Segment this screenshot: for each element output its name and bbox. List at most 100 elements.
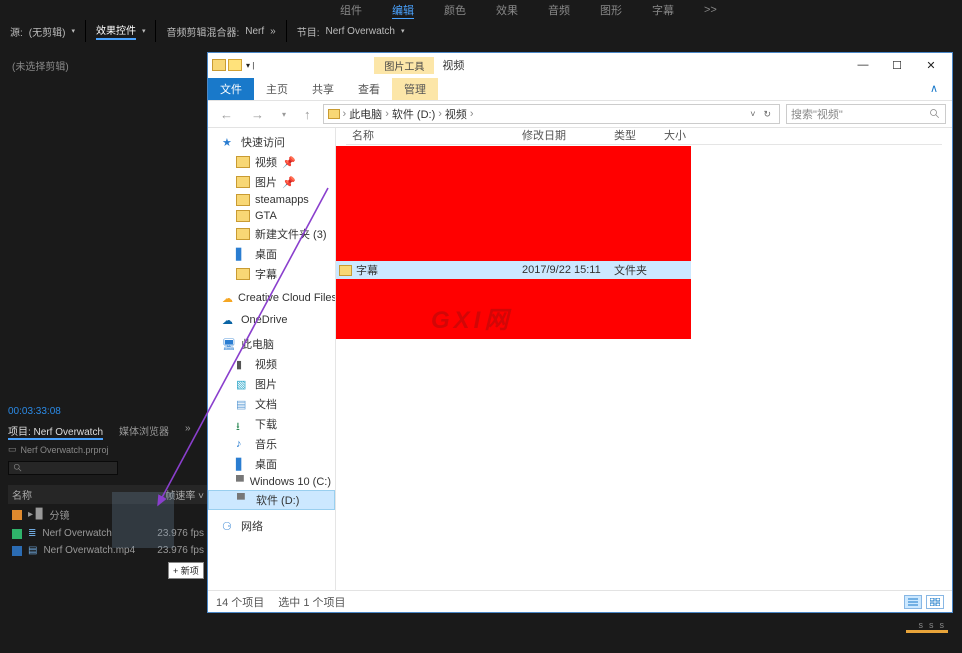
bin-row[interactable]: ▸ ▉ 分镜: [8, 504, 208, 525]
documents-icon: ▤: [236, 398, 250, 410]
tree-ccf[interactable]: ☁Creative Cloud Files: [208, 290, 335, 306]
file-list[interactable]: 名称 修改日期 类型 大小 字幕 2017/9/22 15:11 文件夹 GXI…: [336, 128, 952, 590]
ribbon-manage[interactable]: 管理: [392, 78, 438, 100]
ws-tab[interactable]: 图形: [600, 2, 622, 18]
label-swatch: [12, 510, 22, 520]
col-type[interactable]: 类型: [614, 127, 664, 144]
tree-quick-access[interactable]: ★快速访问: [208, 132, 335, 152]
tree-onedrive[interactable]: ☁OneDrive: [208, 312, 335, 328]
grid-icon: [930, 598, 940, 606]
network-icon: ⚆: [222, 520, 236, 532]
back-button[interactable]: ←: [214, 107, 239, 122]
ribbon-view[interactable]: 查看: [346, 78, 392, 100]
program-tab[interactable]: 节目: Nerf Overwatch ▾: [287, 20, 415, 42]
column-headers[interactable]: 名称 修改日期 类型 大小: [346, 127, 942, 145]
history-dropdown-icon[interactable]: ▾: [276, 110, 292, 119]
overflow-icon[interactable]: »: [185, 423, 191, 440]
ribbon-share[interactable]: 共享: [300, 78, 346, 100]
folder-icon: [328, 109, 340, 119]
project-search[interactable]: [8, 461, 118, 475]
folder-icon: [236, 228, 250, 240]
timecode[interactable]: 00:03:33:08: [8, 406, 208, 417]
qat-dropdown-icon[interactable]: ▾ |: [246, 61, 254, 70]
tree-item[interactable]: 视频📌: [208, 152, 335, 172]
up-button[interactable]: ↑: [298, 107, 317, 122]
ribbon-collapse-icon[interactable]: ∧: [930, 82, 938, 95]
tree-item[interactable]: ▋桌面: [208, 244, 335, 264]
tree-item[interactable]: ⭳下载: [208, 414, 335, 434]
project-panel-tab[interactable]: 项目: Nerf Overwatch: [8, 423, 103, 440]
tree-this-pc[interactable]: 🖥此电脑: [208, 334, 335, 354]
tree-item[interactable]: ▮视频: [208, 354, 335, 374]
ws-overflow[interactable]: >>: [704, 4, 717, 16]
file-row-selected[interactable]: 字幕 2017/9/22 15:11 文件夹: [336, 261, 691, 279]
folder-icon: [236, 268, 250, 280]
media-browser-tab[interactable]: 媒体浏览器: [119, 423, 169, 440]
file-type: 文件夹: [614, 262, 664, 278]
icons-view-button[interactable]: [926, 595, 944, 609]
search-input[interactable]: 搜索"视频": [786, 104, 946, 124]
audio-mixer-tab[interactable]: 音频剪辑混合器: Nerf »: [156, 20, 286, 42]
folder-icon: [236, 176, 250, 188]
close-button[interactable]: ✕: [914, 54, 948, 76]
forward-button[interactable]: →: [245, 107, 270, 122]
tree-item[interactable]: GTA: [208, 208, 335, 224]
tree-item[interactable]: ▋桌面: [208, 454, 335, 474]
tree-item[interactable]: 字幕: [208, 264, 335, 284]
maximize-button[interactable]: ☐: [880, 54, 914, 76]
item-count: 14 个项目: [216, 594, 264, 610]
crumb[interactable]: 此电脑: [349, 106, 382, 122]
new-item-button[interactable]: + 新项: [168, 562, 204, 579]
tree-item[interactable]: ▤文档: [208, 394, 335, 414]
details-view-button[interactable]: [904, 595, 922, 609]
ws-tab-active[interactable]: 编辑: [392, 2, 414, 19]
tree-item[interactable]: steamapps: [208, 192, 335, 208]
nav-tree[interactable]: ★快速访问 视频📌 图片📌 steamapps GTA 新建文件夹 (3) ▋桌…: [208, 128, 336, 590]
search-icon: [13, 463, 23, 473]
folder-icon: [339, 265, 352, 276]
crumb[interactable]: 软件 (D:): [392, 106, 435, 122]
ribbon-file[interactable]: 文件: [208, 78, 254, 100]
menu-caret-icon[interactable]: ▾: [71, 27, 75, 35]
col-size[interactable]: 大小: [664, 127, 704, 144]
redacted-block: [336, 279, 691, 339]
address-dropdown-icon[interactable]: ˅: [746, 109, 759, 119]
ws-tab[interactable]: 颜色: [444, 2, 466, 18]
ws-tab[interactable]: 音频: [548, 2, 570, 18]
refresh-icon[interactable]: ↻: [759, 109, 775, 120]
col-name[interactable]: 名称: [346, 127, 522, 144]
clip-row[interactable]: ▤ Nerf Overwatch.mp4 23.976 fps: [8, 542, 208, 559]
menu-caret-icon[interactable]: ▾: [401, 27, 405, 35]
ribbon-home[interactable]: 主页: [254, 78, 300, 100]
minimize-button[interactable]: —: [846, 54, 880, 76]
tree-item-selected[interactable]: ▀软件 (D:): [208, 490, 335, 510]
tree-item[interactable]: ♪音乐: [208, 434, 335, 454]
disk-icon: ▀: [237, 494, 251, 506]
ws-tab[interactable]: 效果: [496, 2, 518, 18]
overflow-icon[interactable]: »: [270, 26, 276, 37]
source-tab[interactable]: 源: (无剪辑) ▾: [0, 20, 86, 42]
tree-network[interactable]: ⚆网络: [208, 516, 335, 536]
address-bar[interactable]: › 此电脑 › 软件 (D:) › 视频 › ˅ ↻: [323, 104, 780, 124]
col-name[interactable]: 名称: [12, 487, 32, 502]
tree-item[interactable]: ▧图片: [208, 374, 335, 394]
ws-tab[interactable]: 组件: [340, 2, 362, 18]
titlebar[interactable]: ▾ | 图片工具 视频 — ☐ ✕: [208, 53, 952, 77]
ws-tab[interactable]: 字幕: [652, 2, 674, 18]
tree-item[interactable]: ▀Windows 10 (C:): [208, 474, 335, 490]
crumb[interactable]: 视频: [445, 106, 467, 122]
tree-item[interactable]: 图片📌: [208, 172, 335, 192]
desktop-icon: ▋: [236, 458, 250, 470]
music-icon: ♪: [236, 438, 250, 450]
ribbon: 文件 主页 共享 查看 管理 ∧: [208, 77, 952, 100]
window-title: 视频: [442, 57, 464, 73]
sequence-row[interactable]: ≣ Nerf Overwatch 23.976 fps: [8, 525, 208, 542]
effects-tab[interactable]: 效果控件 ▾: [86, 20, 157, 42]
video-icon: ▮: [236, 358, 250, 370]
audio-meter: sss: [919, 620, 951, 630]
col-date[interactable]: 修改日期: [522, 127, 614, 144]
menu-caret-icon[interactable]: ▾: [142, 27, 146, 35]
tree-item[interactable]: 新建文件夹 (3): [208, 224, 335, 244]
workspace-tabs[interactable]: 组件 编辑 颜色 效果 音频 图形 字幕 >>: [0, 0, 962, 20]
file-explorer-window: ▾ | 图片工具 视频 — ☐ ✕ 文件 主页 共享 查看 管理 ∧ ← → ▾…: [207, 52, 953, 613]
